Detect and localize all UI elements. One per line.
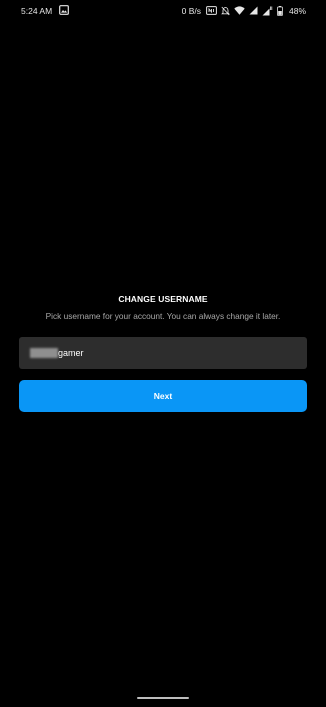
status-time: 5:24 AM <box>21 6 53 16</box>
page-subtitle: Pick username for your account. You can … <box>45 311 281 321</box>
gallery-icon <box>59 5 69 15</box>
battery-percentage: 48% <box>288 5 306 16</box>
mute-icon <box>221 6 230 16</box>
battery-icon <box>277 5 283 16</box>
status-icons: 0 B/s 48% <box>182 5 306 16</box>
signal-icon <box>249 6 258 15</box>
home-indicator[interactable] <box>137 697 189 699</box>
next-button[interactable]: Next <box>19 380 307 412</box>
wifi-icon <box>234 6 245 15</box>
net-speed: 0 B/s <box>181 5 201 16</box>
nfc-icon <box>206 6 217 15</box>
username-input[interactable]: gamer <box>19 337 307 369</box>
status-bar: 5:24 AM 0 B/s 48% <box>0 0 326 22</box>
signal-icon-2 <box>262 6 273 16</box>
next-button-label: Next <box>153 391 173 401</box>
username-input-value: gamer <box>58 348 84 358</box>
page-title: CHANGE USERNAME <box>118 294 208 304</box>
redacted-text <box>30 348 58 358</box>
